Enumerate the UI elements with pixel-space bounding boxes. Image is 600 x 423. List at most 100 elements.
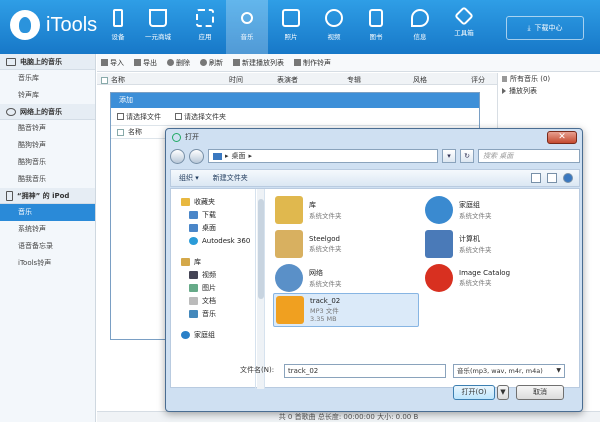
export-icon [134, 59, 141, 66]
download-icon: ⤓ [527, 23, 531, 32]
sidebar-section-online-music[interactable]: 网络上的音乐 [0, 104, 95, 120]
chevron-down-icon: ▼ [500, 388, 506, 396]
choose-folder-button[interactable]: 请选择文件夹 [175, 112, 226, 122]
autodesk-icon [189, 236, 198, 245]
cancel-button[interactable]: 取消 [516, 385, 564, 400]
import-icon [101, 59, 108, 66]
search-input[interactable]: 搜索 桌面 [478, 149, 580, 163]
desktop-icon [189, 223, 198, 232]
choose-file-button[interactable]: 请选择文件 [117, 112, 161, 122]
nav-video[interactable]: 视频 [316, 0, 352, 54]
nav-music[interactable]: 音乐 [226, 0, 268, 54]
import-button[interactable]: 导入 [101, 58, 124, 68]
nav-shop[interactable]: 一元商城 [140, 0, 176, 54]
close-icon: ✕ [558, 132, 566, 142]
organize-button[interactable]: 组织 ▾ [179, 173, 199, 183]
column-album[interactable]: 专辑 [347, 75, 361, 85]
refresh-icon: ↻ [464, 152, 470, 160]
file-item-steelgod[interactable]: Steelgod 系统文件夹 [275, 227, 415, 261]
address-bar-row: ▸ 桌面 ▸ ▾ ↻ 搜索 桌面 [170, 147, 580, 165]
nav-messages[interactable]: 信息 [402, 0, 438, 54]
new-playlist-button[interactable]: 新建播放列表 [233, 58, 284, 68]
file-item-computer[interactable]: 计算机 系统文件夹 [425, 227, 565, 261]
star-icon [181, 197, 190, 206]
refresh-button[interactable]: 刷新 [200, 58, 223, 68]
tree-scrollbar[interactable] [257, 189, 265, 389]
address-dropdown-button[interactable]: ▾ [442, 149, 456, 163]
tree-item-music[interactable]: 音乐 [171, 307, 255, 320]
tree-item-desktop[interactable]: 桌面 [171, 221, 255, 234]
photo-icon [282, 9, 300, 27]
refresh-address-button[interactable]: ↻ [460, 149, 474, 163]
itools-logo-icon [10, 10, 40, 40]
delete-button[interactable]: 删除 [167, 58, 190, 68]
sidebar-item-music-library[interactable]: 音乐库 [0, 70, 95, 87]
close-button[interactable]: ✕ [547, 131, 577, 144]
breadcrumb-arrow-icon: ▸ [248, 152, 253, 160]
nav-device[interactable]: 设备 [100, 0, 136, 54]
tree-item-documents[interactable]: 文档 [171, 294, 255, 307]
document-folder-icon [189, 296, 198, 305]
preview-pane-icon[interactable] [547, 173, 557, 183]
tree-item-videos[interactable]: 视频 [171, 268, 255, 281]
network-icon [275, 264, 303, 292]
tree-item-autodesk-360[interactable]: Autodesk 360 [171, 234, 255, 247]
dialog-body: 收藏夹 下载 桌面 Autodesk 360 库 视频 图片 文档 音乐 家庭组… [170, 188, 580, 389]
sidebar-section-ipod[interactable]: “拥神” 的 iPod [0, 188, 95, 204]
column-rating[interactable]: 评分 [471, 75, 485, 85]
download-center-button[interactable]: ⤓ 下载中心 [506, 16, 584, 40]
make-ringtone-button[interactable]: 制作铃声 [294, 58, 331, 68]
sidebar-item-ringtone-library[interactable]: 铃声库 [0, 87, 95, 104]
nav-apps[interactable]: 应用 [187, 0, 223, 54]
tree-item-homegroup[interactable]: 家庭组 [171, 328, 255, 341]
scrollbar-thumb[interactable] [258, 199, 264, 299]
sidebar-item-kugou-music[interactable]: 酷狗音乐 [0, 154, 95, 171]
back-button[interactable] [170, 148, 185, 164]
tree-item-pictures[interactable]: 图片 [171, 281, 255, 294]
globe-icon [6, 107, 16, 116]
music-toolbar: 导入 导出 删除 刷新 新建播放列表 制作铃声 [97, 54, 600, 72]
open-file-dialog: 打开 ✕ ▸ 桌面 ▸ ▾ ↻ 搜索 桌面 组织 ▾ 新建文件夹 收藏夹 下载 … [165, 128, 583, 412]
column-time[interactable]: 时间 [229, 75, 243, 85]
nav-photos[interactable]: 照片 [273, 0, 309, 54]
cart-icon [149, 9, 167, 27]
sidebar-item-voice-memos[interactable]: 语音备忘录 [0, 238, 95, 255]
video-folder-icon [189, 270, 198, 279]
column-genre[interactable]: 风格 [413, 75, 427, 85]
file-item-image-catalog[interactable]: Image Catalog 系统文件夹 [425, 261, 565, 295]
file-item-library[interactable]: 库系统文件夹 [275, 193, 415, 227]
file-item-homegroup[interactable]: 家庭组 系统文件夹 [425, 193, 565, 227]
sidebar-item-ipod-music[interactable]: 音乐 [0, 204, 95, 221]
sidebar-item-kuyin[interactable]: 酷音铃声 [0, 120, 95, 137]
breadcrumb-desktop[interactable]: 桌面 [232, 151, 246, 161]
music-folder-icon [189, 309, 198, 318]
column-artist[interactable]: 表演者 [277, 75, 298, 85]
file-item-track-02[interactable]: track_02 MP3 文件 3.35 MB [273, 293, 419, 327]
all-music-item[interactable]: 所有音乐 (0) [498, 73, 600, 85]
nav-toolbox[interactable]: 工具箱 [446, 0, 482, 54]
forward-button[interactable] [189, 148, 204, 164]
new-folder-button[interactable]: 新建文件夹 [213, 173, 248, 183]
add-select-all-checkbox[interactable] [117, 128, 124, 136]
download-folder-icon [189, 210, 198, 219]
open-options-button[interactable]: ▼ [497, 385, 509, 400]
tree-item-favorites[interactable]: 收藏夹 [171, 195, 255, 208]
file-type-select[interactable]: 音乐(mp3, wav, m4r, m4a) ▼ [453, 364, 565, 378]
tree-item-downloads[interactable]: 下载 [171, 208, 255, 221]
tree-item-libraries[interactable]: 库 [171, 255, 255, 268]
nav-books[interactable]: 图书 [358, 0, 394, 54]
open-button[interactable]: 打开(O) [453, 385, 495, 400]
sidebar-item-system-ringtones[interactable]: 系统铃声 [0, 221, 95, 238]
sidebar-section-pc-music[interactable]: 电脑上的音乐 [0, 54, 95, 70]
export-button[interactable]: 导出 [134, 58, 157, 68]
filename-input[interactable]: track_02 [284, 364, 446, 378]
column-name[interactable]: 名称 [111, 75, 125, 85]
address-bar[interactable]: ▸ 桌面 ▸ [208, 149, 438, 163]
sidebar-item-kugou-ringtone[interactable]: 酷狗铃声 [0, 137, 95, 154]
file-item-network[interactable]: 网络 系统文件夹 [275, 261, 415, 295]
help-icon[interactable] [563, 173, 573, 183]
playlists-item[interactable]: 播放列表 [498, 85, 600, 97]
view-options-icon[interactable] [531, 173, 541, 183]
sidebar-item-itools-ringtones[interactable]: iTools铃声 [0, 255, 95, 272]
sidebar-item-kuwo-music[interactable]: 酷我音乐 [0, 171, 95, 188]
